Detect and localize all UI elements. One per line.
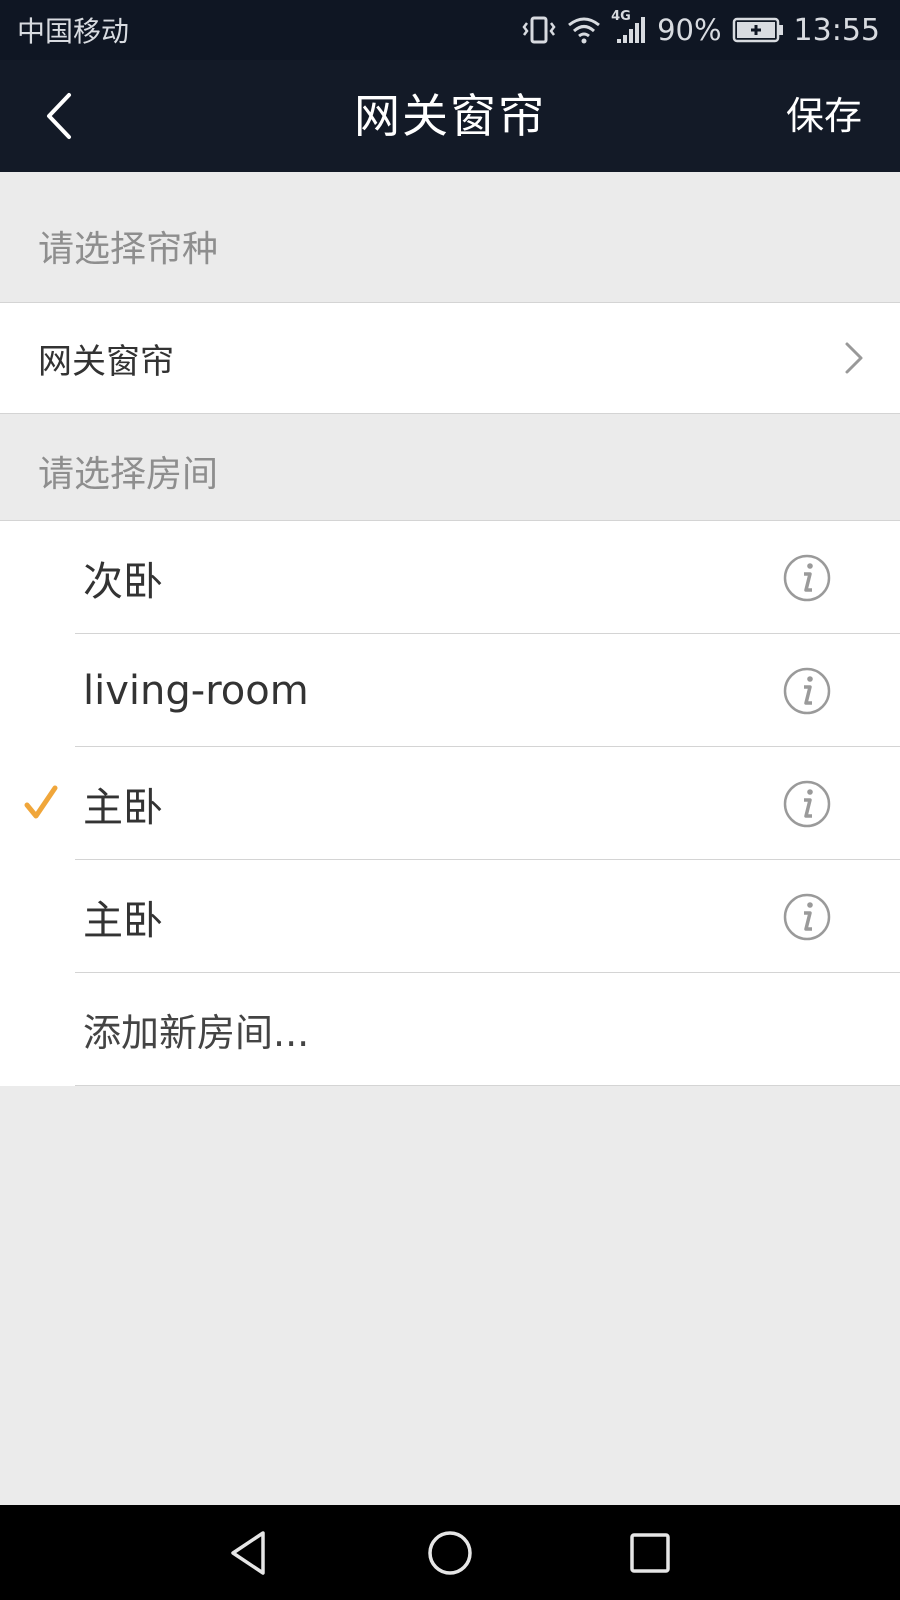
room-row[interactable]: 主卧 [0, 860, 900, 973]
curtain-type-header: 请选择帘种 [38, 229, 219, 270]
nav-recents-square-icon[interactable] [624, 1527, 676, 1579]
chevron-right-icon [845, 342, 863, 374]
system-nav-bar [0, 1505, 900, 1600]
chevron-left-icon [47, 93, 71, 139]
battery-icon [732, 17, 784, 43]
room-name: living-room [83, 667, 309, 714]
signal-icon: 4G [611, 9, 647, 45]
wifi-icon [567, 16, 601, 44]
status-bar: 中国移动 4G 90% 13:55 [0, 0, 900, 60]
info-icon[interactable] [782, 553, 832, 603]
room-row[interactable]: living-room [0, 634, 900, 747]
room-header: 请选择房间 [38, 454, 219, 495]
room-name: 主卧 [83, 784, 163, 831]
nav-back-triangle-icon[interactable] [223, 1527, 275, 1579]
add-room-button[interactable]: 添加新房间... [0, 973, 900, 1086]
save-button[interactable]: 保存 [786, 60, 862, 172]
clock: 13:55 [793, 12, 880, 48]
back-button[interactable] [28, 86, 88, 146]
vibrate-icon [521, 15, 557, 45]
battery-percent: 90% [657, 13, 722, 47]
room-row[interactable]: 次卧 [0, 521, 900, 634]
curtain-type-row[interactable]: 网关窗帘 [0, 302, 900, 414]
status-icons: 4G 90% 13:55 [521, 9, 880, 48]
carrier-label: 中国移动 [17, 15, 130, 48]
curtain-type-value: 网关窗帘 [38, 341, 174, 382]
room-name: 次卧 [83, 558, 163, 605]
info-icon[interactable] [782, 666, 832, 716]
room-list: 次卧 living-room 主卧 主卧 添加新房间... [0, 520, 900, 1086]
network-type-label: 4G [611, 9, 631, 24]
nav-bar: 网关窗帘 保存 [0, 60, 900, 172]
room-name: 主卧 [83, 897, 163, 944]
room-row-selected[interactable]: 主卧 [0, 747, 900, 860]
info-icon[interactable] [782, 892, 832, 942]
page-title: 网关窗帘 [354, 89, 546, 143]
info-icon[interactable] [782, 779, 832, 829]
nav-home-circle-icon[interactable] [424, 1527, 476, 1579]
checkmark-icon [24, 785, 58, 819]
add-room-label: 添加新房间... [83, 1011, 310, 1055]
